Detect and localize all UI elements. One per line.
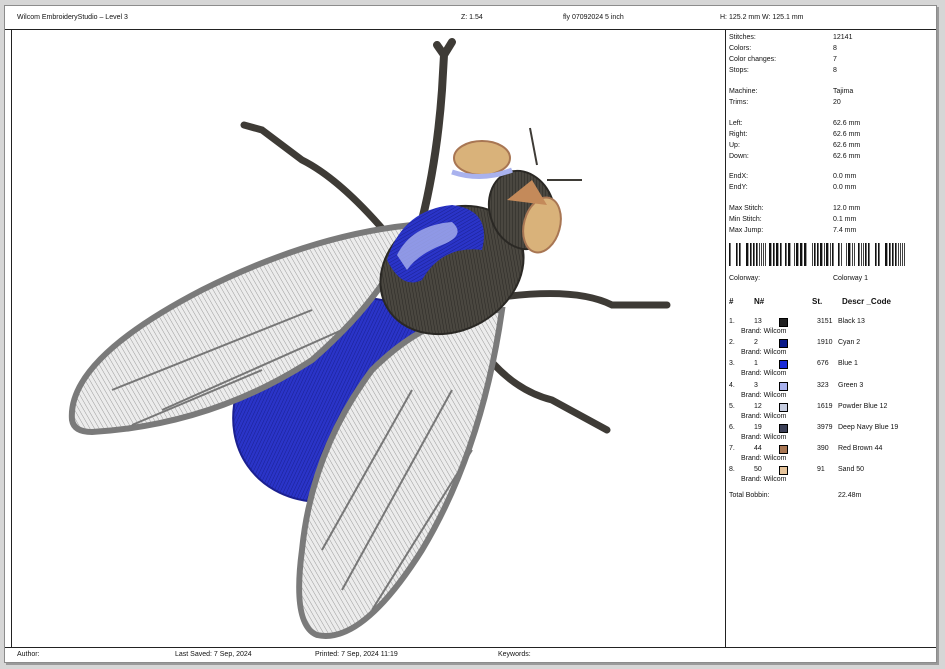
color-number: 19 [754,424,762,431]
color-row: 3. 1 676 Blue 1 Brand: Wilcom [729,360,929,381]
design-size: H: 125.2 mm W: 125.1 mm [720,14,804,21]
color-index: 6. [729,424,735,431]
print-preview-sheet: Wilcom EmbroideryStudio – Level 3 Z: 1.5… [4,5,937,663]
color-index: 4. [729,381,735,389]
stat-up: Up: 62.6 mm [729,142,861,149]
stat-endy: EndY: 0.0 mm [729,184,857,191]
footer-printed: Printed: 7 Sep, 2024 11:19 [315,651,398,658]
stat-left: Left: 62.6 mm [729,120,861,127]
stat-stops: Stops: 8 [729,67,837,74]
color-description: Deep Navy Blue 19 [838,424,899,431]
color-description: Sand 50 [838,466,865,474]
color-brand: Brand: Wilcom [741,349,787,357]
stat-down: Down: 62.6 mm [729,153,861,160]
design-canvas [11,30,726,647]
color-index: 8. [729,466,735,474]
stat-trims: Trims: 20 [729,99,841,106]
color-swatch [779,339,788,349]
footer-keywords: Keywords: [498,651,531,658]
color-stitch-count: 3151 [817,318,833,325]
stat-colors: Colors: 8 [729,45,837,52]
color-stitch-count: 91 [817,466,825,474]
color-stitch-count: 1910 [817,339,833,347]
color-number: 3 [754,381,758,389]
color-number: 1 [754,360,758,368]
col-header-st: St. [812,297,823,306]
color-number: 2 [754,339,758,347]
col-header-n: N# [754,297,765,306]
color-index: 3. [729,360,735,368]
color-brand: Brand: Wilcom [741,455,787,463]
color-row: 6. 19 3979 Deep Navy Blue 19 Brand: Wilcom [729,424,929,445]
color-description: Blue 1 [838,360,858,368]
footer-last-saved: Last Saved: 7 Sep, 2024 [175,651,252,658]
color-number: 44 [754,445,762,453]
color-swatch [779,318,788,327]
color-number: 12 [754,402,762,410]
stat-endx: EndX: 0.0 mm [729,173,857,180]
color-stitch-count: 3979 [817,424,833,431]
color-description: Red Brown 44 [838,445,883,453]
color-swatch [779,402,788,412]
color-description: Green 3 [838,381,864,389]
color-index: 2. [729,339,735,347]
stat-min-stitch: Min Stitch: 0.1 mm [729,216,857,223]
design-name: fly 07092024 5 inch [563,14,624,21]
color-stitch-count: 323 [817,381,829,389]
stat-color-changes: Color changes: 7 [729,56,837,63]
color-index: 1. [729,318,735,325]
stat-machine: Machine: Tajima [729,88,854,95]
color-stitch-count: 1619 [817,402,833,410]
stat-stitches: Stitches: 12141 [729,34,853,41]
color-description: Powder Blue 12 [838,402,888,410]
stat-right: Right: 62.6 mm [729,131,861,138]
color-stitch-count: 390 [817,445,829,453]
footer-author: Author: [17,651,40,658]
color-number: 50 [754,466,762,474]
total-bobbin-row: Total Bobbin: 22.48m [729,492,862,499]
color-swatch [779,466,788,476]
color-brand: Brand: Wilcom [741,476,787,484]
color-brand: Brand: Wilcom [741,434,787,441]
fly-embroidery-artwork [68,38,671,639]
antennae [529,127,582,181]
color-swatch [779,381,788,391]
color-brand: Brand: Wilcom [741,370,787,378]
color-brand: Brand: Wilcom [741,391,787,399]
color-description: Black 13 [838,318,865,325]
stat-max-stitch: Max Stitch: 12.0 mm [729,205,861,212]
colorway-row: Colorway: Colorway 1 [729,275,869,282]
color-row: 2. 2 1910 Cyan 2 Brand: Wilcom [729,339,929,360]
color-stitch-count: 676 [817,360,829,368]
color-index: 7. [729,445,735,453]
footer-bar: Author: Last Saved: 7 Sep, 2024 Printed:… [5,647,936,663]
eye-top [453,140,511,176]
color-row: 1. 13 3151 Black 13 Brand: Wilcom [729,318,929,339]
design-info-panel: Stitches: 12141 Colors: 8 Color changes: 7 … [725,30,936,647]
color-brand: Brand: Wilcom [741,412,787,420]
color-number: 13 [754,318,762,325]
stat-max-jump: Max Jump: 7.4 mm [729,227,857,234]
color-swatch [779,424,788,433]
color-row: 7. 44 390 Red Brown 44 Brand: Wilcom [729,445,929,466]
col-header-index: # [729,297,734,306]
zoom-readout: Z: 1.54 [461,14,483,21]
color-swatch [779,360,788,370]
color-description: Cyan 2 [838,339,861,347]
col-header-descr: Descr _Code [842,297,891,306]
color-row: 4. 3 323 Green 3 Brand: Wilcom [729,381,929,403]
color-brand: Brand: Wilcom [741,328,787,335]
app-title: Wilcom EmbroideryStudio – Level 3 [17,14,128,21]
color-swatch [779,445,788,455]
barcode [729,243,905,266]
header-bar: Wilcom EmbroideryStudio – Level 3 Z: 1.5… [5,6,936,30]
color-index: 5. [729,402,735,410]
color-row: 8. 50 91 Sand 50 Brand: Wilcom [729,466,929,487]
color-row: 5. 12 1619 Powder Blue 12 Brand: Wilcom [729,402,929,424]
